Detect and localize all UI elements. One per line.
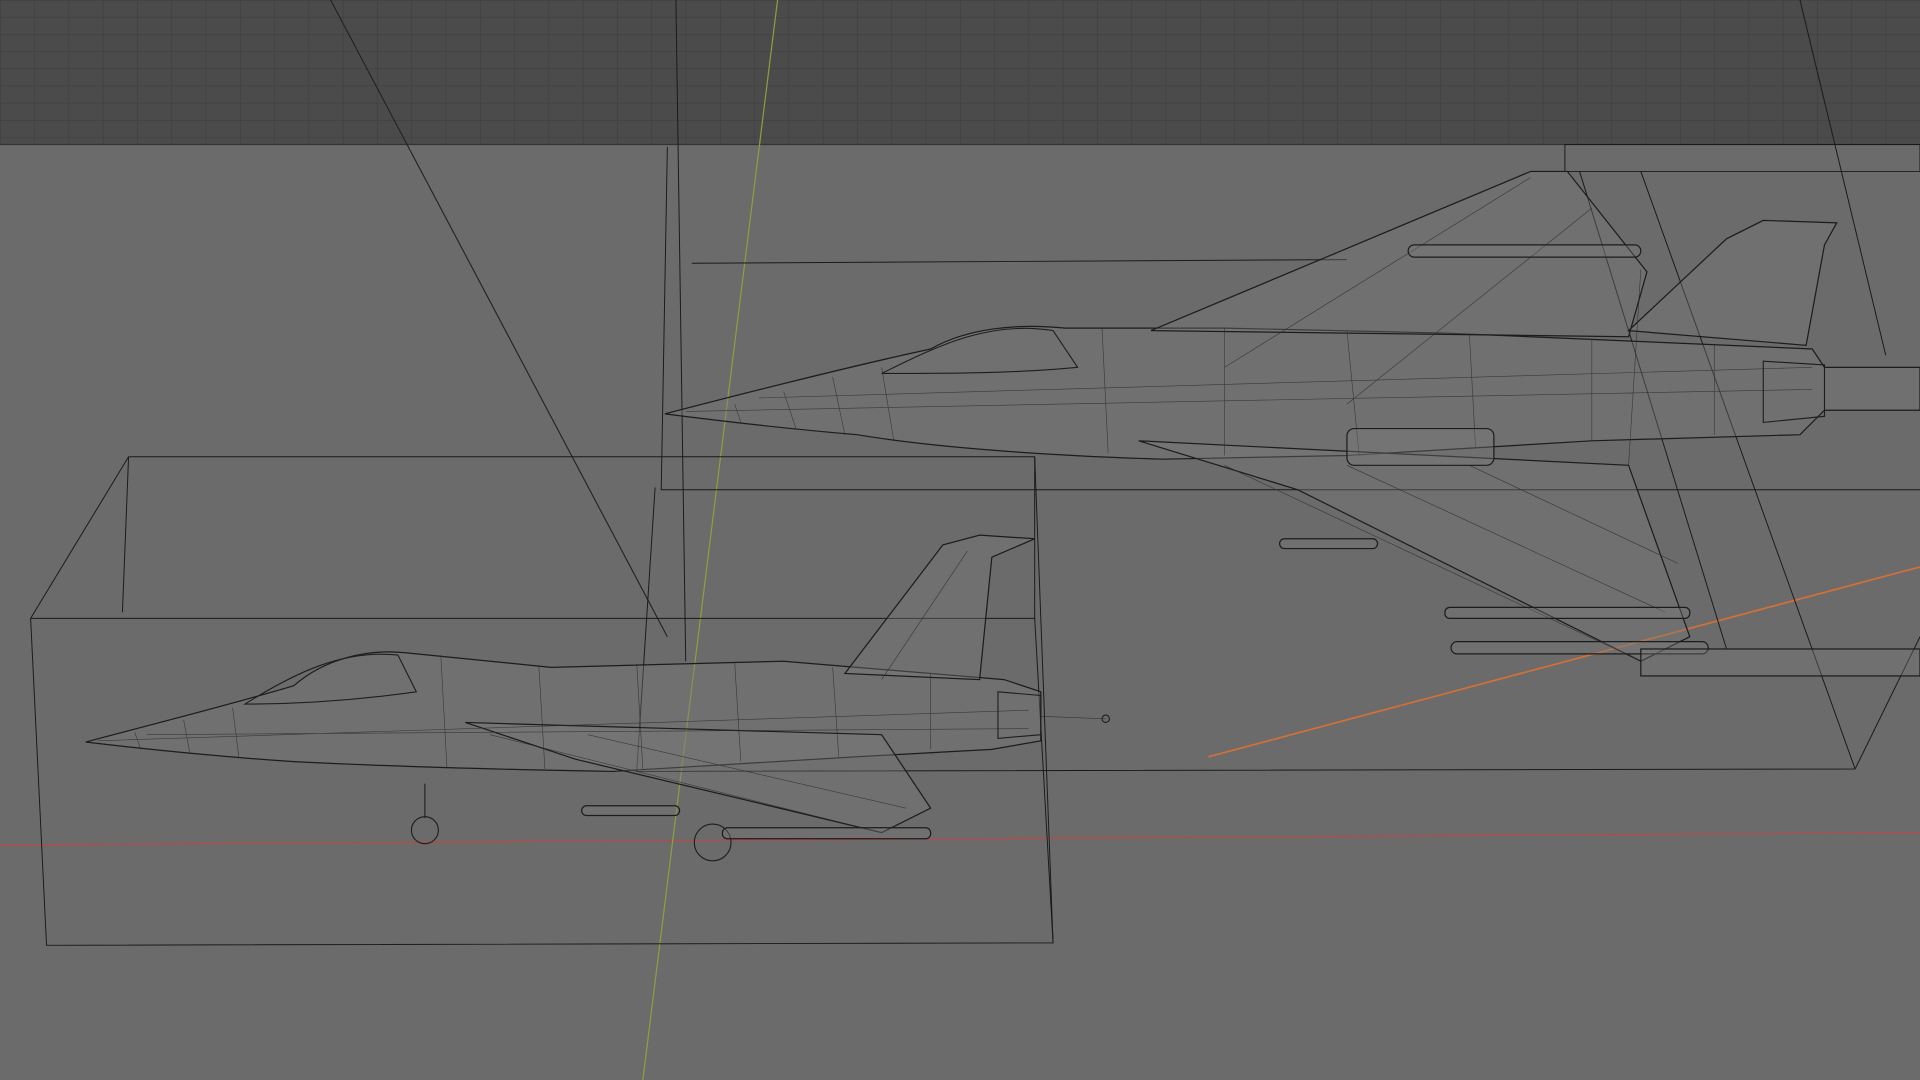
3d-viewport[interactable]	[0, 0, 1920, 1080]
jet-small-tail-fin	[843, 534, 1035, 681]
y-axis-line	[642, 0, 779, 1080]
jet-small[interactable]	[85, 534, 1110, 862]
jet-small-landing-gear	[410, 783, 732, 862]
jet-small-pivot-line	[1040, 716, 1106, 720]
jet-large[interactable]	[664, 170, 1920, 677]
viewport-canvas[interactable]	[0, 0, 1920, 1080]
floor-grid	[0, 0, 1920, 146]
x-axis-line	[0, 832, 1920, 846]
jet-large-tail-fin	[1627, 219, 1838, 346]
jet-large-fuselage	[664, 325, 1920, 460]
jet-small-delta-wing	[465, 721, 932, 834]
jet-large-lower-wing	[1138, 440, 1691, 662]
